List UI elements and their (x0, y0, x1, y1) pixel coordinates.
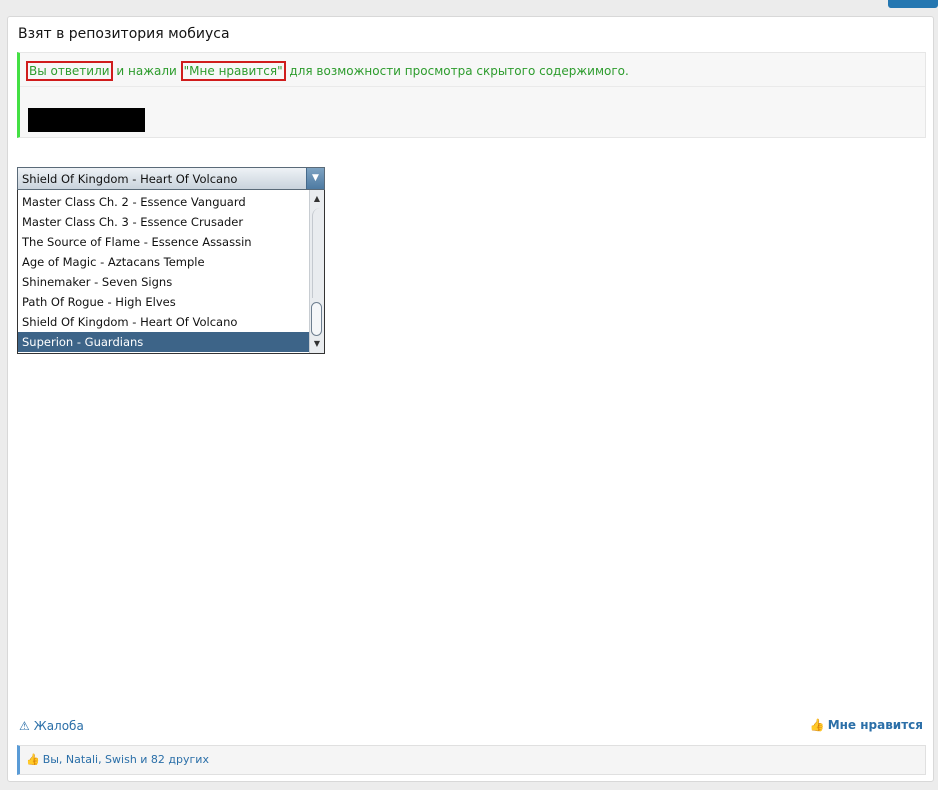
like-highlight: "Мне нравится" (180, 61, 286, 81)
map-select-value: Shield Of Kingdom - Heart Of Volcano (22, 172, 238, 186)
report-link[interactable]: ⚠ Жалоба (19, 719, 84, 733)
warning-triangle-icon: ⚠ (19, 719, 30, 733)
scroll-thumb[interactable] (311, 302, 322, 336)
redacted-box (28, 108, 145, 132)
select-option[interactable]: Master Class Ch. 3 - Essence Crusader (18, 212, 310, 232)
notice-suffix: для возможности просмотра скрытого содер… (285, 64, 629, 78)
post-title: Взят в репозитория мобиуса (18, 26, 230, 42)
chevron-down-icon[interactable]: ▼ (306, 168, 324, 189)
select-option[interactable]: Shield Of Kingdom - Heart Of Volcano (18, 312, 310, 332)
scroll-down-arrow-icon[interactable]: ▼ (310, 337, 324, 351)
select-option-highlighted[interactable]: Superion - Guardians (18, 332, 310, 352)
scroll-up-arrow-icon[interactable]: ▲ (310, 192, 324, 206)
select-option[interactable]: Path Of Rogue - High Elves (18, 292, 310, 312)
hidden-content-notice: Вы ответили и нажали "Мне нравится" для … (26, 61, 629, 81)
thumbs-up-icon: 👍 (26, 753, 40, 766)
like-button[interactable]: 👍 Мне нравится (810, 718, 923, 732)
replied-highlight: Вы ответили (26, 61, 113, 81)
options-scrollbar[interactable]: ▲ ▼ (309, 190, 324, 353)
select-option[interactable]: Shinemaker - Seven Signs (18, 272, 310, 292)
hidden-block-divider (20, 86, 925, 87)
select-option[interactable]: Master Class Ch. 2 - Essence Vanguard (18, 192, 310, 212)
hidden-content-block: Вы ответили и нажали "Мне нравится" для … (17, 52, 926, 138)
select-option[interactable]: Age of Magic - Aztacans Temple (18, 252, 310, 272)
like-button-label: Мне нравится (827, 718, 923, 732)
likes-summary-text: Вы, Natali, Swish и 82 других (42, 753, 209, 766)
map-select-options[interactable]: Master Class Ch. 2 - Essence Vanguard Ma… (17, 190, 325, 354)
map-select[interactable]: Shield Of Kingdom - Heart Of Volcano ▼ (17, 167, 325, 190)
report-label: Жалоба (33, 719, 84, 733)
likes-summary-bar: 👍 Вы, Natali, Swish и 82 других (17, 745, 926, 775)
likes-summary[interactable]: 👍 Вы, Natali, Swish и 82 других (26, 753, 209, 766)
scroll-track (312, 208, 323, 298)
post-container: Взят в репозитория мобиуса Вы ответили и… (7, 16, 934, 782)
thumbs-up-icon: 👍 (809, 718, 825, 732)
select-option[interactable]: The Source of Flame - Essence Assassin (18, 232, 310, 252)
notice-and-pressed: и нажали (112, 64, 181, 78)
top-action-button[interactable] (888, 0, 938, 8)
